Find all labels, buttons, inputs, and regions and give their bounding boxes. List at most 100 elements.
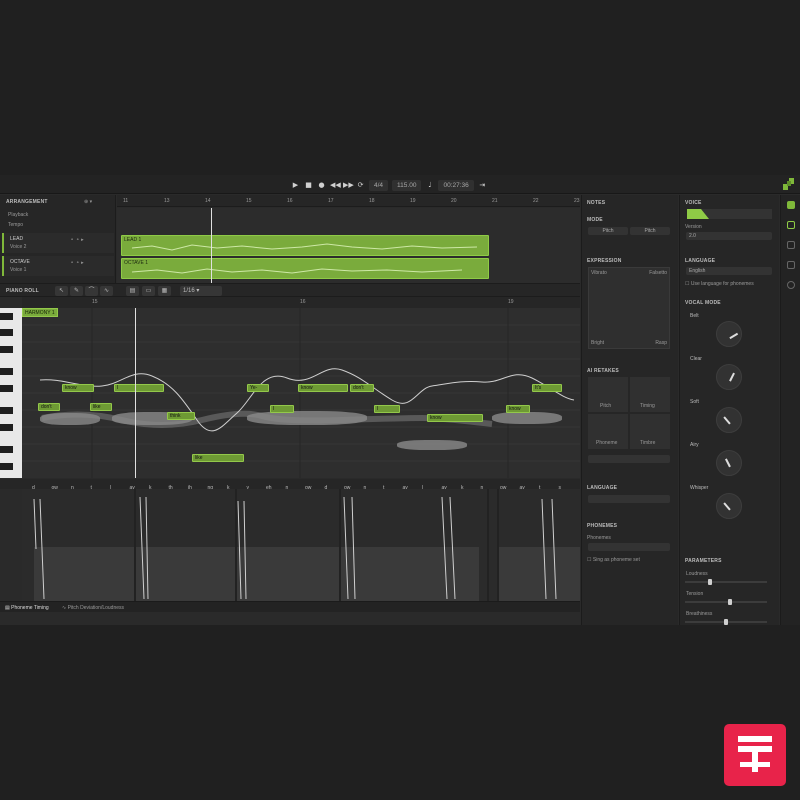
export-tab-icon[interactable] xyxy=(787,261,795,269)
loop-icon[interactable]: ⟳ xyxy=(356,181,365,190)
play-icon[interactable]: ▶ xyxy=(291,181,300,190)
black-key[interactable] xyxy=(0,424,13,431)
note[interactable]: know xyxy=(62,384,94,392)
note[interactable]: I xyxy=(270,405,294,413)
note[interactable]: know xyxy=(298,384,348,392)
voice-language-select[interactable]: English xyxy=(686,267,772,275)
track-octave[interactable]: OCTAVE Voice 1 ⚬ ⚬ ▸ xyxy=(2,256,114,276)
piano-roll-ruler[interactable]: 15 16 19 xyxy=(22,297,580,308)
retake-timing-button[interactable]: Timing xyxy=(630,377,670,412)
phonemes-input[interactable] xyxy=(588,543,670,551)
track-lead[interactable]: LEAD Voice 2 ⚬ ⚬ ▸ xyxy=(2,233,114,253)
view-lyrics-icon[interactable]: ▭ xyxy=(142,286,155,296)
tab-pitch-deviation[interactable]: ∿ Pitch Deviation/Loudness xyxy=(62,605,124,611)
note[interactable]: It's xyxy=(532,384,562,392)
mixer-tab-icon[interactable] xyxy=(787,241,795,249)
right-sidebar xyxy=(780,195,800,625)
view-wave-icon[interactable]: ▦ xyxy=(158,286,171,296)
view-notes-icon[interactable]: ▤ xyxy=(126,286,139,296)
metronome-icon[interactable]: ♩ xyxy=(425,181,434,190)
piano-keyboard[interactable] xyxy=(0,308,22,478)
add-track-icon[interactable]: ⊕ ▾ xyxy=(84,199,92,205)
tab-phoneme-timing[interactable]: ▤ Phoneme Timing xyxy=(5,605,49,611)
expression-pad[interactable]: Vibrato Falsetto Bright Rasp xyxy=(588,267,670,349)
note[interactable]: Ye- xyxy=(247,384,269,392)
note[interactable]: don't xyxy=(38,403,60,411)
fast-forward-icon[interactable]: ▶▶ xyxy=(343,181,354,190)
version-select[interactable]: 2.0 xyxy=(686,232,772,240)
select-tool-icon[interactable]: ↖ xyxy=(55,286,68,296)
language-checkbox[interactable]: ☐ Use language for phonemes xyxy=(685,281,754,287)
playhead[interactable] xyxy=(211,208,212,283)
time-signature[interactable]: 4/4 xyxy=(369,180,389,191)
draw-tool-icon[interactable]: ✎ xyxy=(70,286,83,296)
notes-tab-icon[interactable] xyxy=(787,221,795,229)
track-controls-icon[interactable]: ⚬ ⚬ ▸ xyxy=(70,237,84,243)
retake-phoneme-button[interactable]: Phoneme xyxy=(588,414,628,449)
black-key[interactable] xyxy=(0,446,13,453)
black-key[interactable] xyxy=(0,329,13,336)
bar-number: 19 xyxy=(508,299,514,305)
phoneme-graph xyxy=(33,489,580,601)
black-key[interactable] xyxy=(0,385,13,392)
retake-timbre-button[interactable]: Timbre xyxy=(630,414,670,449)
note[interactable]: like xyxy=(192,454,244,462)
note[interactable]: think xyxy=(167,412,195,420)
vocal-mode-knob[interactable] xyxy=(716,493,742,519)
note-language-select[interactable] xyxy=(588,495,670,503)
black-key[interactable] xyxy=(0,313,13,320)
grid-value: 1/16 xyxy=(183,288,195,294)
vocal-mode-knob[interactable] xyxy=(716,321,742,347)
mode-option[interactable]: Pitch xyxy=(588,227,628,235)
vocal-mode-knob[interactable] xyxy=(716,450,742,476)
parameter-slider[interactable] xyxy=(685,619,767,625)
settings-icon[interactable] xyxy=(787,281,795,289)
note[interactable]: I xyxy=(374,405,400,413)
note[interactable]: I xyxy=(114,384,164,392)
note[interactable]: know xyxy=(506,405,530,413)
voice-language-title: LANGUAGE xyxy=(685,258,716,264)
bar-number: 16 xyxy=(300,299,306,305)
mode-option[interactable]: Pitch xyxy=(630,227,670,235)
track-voice: Voice 2 xyxy=(10,244,27,250)
clip-lead[interactable]: LEAD 1 xyxy=(121,235,489,256)
transport-bar: ▶ ■ ● ◀◀ ▶▶ ⟳ 4/4 115.00 ♩ 00:27:36 ⇥ xyxy=(0,175,800,194)
pitch-tool-icon[interactable]: ∿ xyxy=(100,286,113,296)
black-key[interactable] xyxy=(0,407,13,414)
black-key[interactable] xyxy=(0,346,13,353)
parameter-slider[interactable] xyxy=(685,579,767,585)
clip-octave[interactable]: OCTAVE 1 xyxy=(121,258,489,279)
phoneme-timing-area[interactable] xyxy=(22,489,580,601)
follow-icon[interactable]: ⇥ xyxy=(478,181,487,190)
note[interactable]: know xyxy=(427,414,483,422)
grid-lines xyxy=(22,308,580,478)
arrangement-ruler[interactable]: 11 13 14 15 16 17 18 19 20 21 22 23 xyxy=(117,195,580,207)
vocal-mode-knob[interactable] xyxy=(716,364,742,390)
grid-select[interactable]: 1/16 ▾ xyxy=(180,286,222,296)
tempo-field[interactable]: 115.00 xyxy=(392,180,422,191)
voice-tab-icon[interactable] xyxy=(787,201,795,209)
clip-pitch-curve xyxy=(131,268,463,274)
rewind-icon[interactable]: ◀◀ xyxy=(330,181,341,190)
split-tool-icon[interactable]: ⌒ xyxy=(85,286,98,296)
piano-roll-grid[interactable]: HARMONY 1 don't know like I think like Y… xyxy=(22,308,580,478)
record-icon[interactable]: ● xyxy=(317,181,326,190)
stop-icon[interactable]: ■ xyxy=(304,181,313,190)
vocal-mode-knob[interactable] xyxy=(716,407,742,433)
phoneme-checkbox[interactable]: ☐ Sing as phoneme set xyxy=(587,557,640,563)
black-key[interactable] xyxy=(0,368,13,375)
parameter-slider[interactable] xyxy=(685,599,767,605)
playhead[interactable] xyxy=(135,308,136,478)
arrangement-timeline[interactable]: LEAD 1 OCTAVE 1 xyxy=(117,208,580,283)
track-controls-icon[interactable]: ⚬ ⚬ ▸ xyxy=(70,260,84,266)
note[interactable]: don't xyxy=(350,384,374,392)
clip-pitch-curve xyxy=(131,243,478,251)
bar-number: 15 xyxy=(92,299,98,305)
retake-pitch-button[interactable]: Pitch xyxy=(588,377,628,412)
ruler-number: 21 xyxy=(492,198,498,204)
retake-history-field[interactable] xyxy=(588,455,670,463)
position-display[interactable]: 00:27:36 xyxy=(438,180,474,191)
voice-avatar[interactable] xyxy=(687,209,772,219)
black-key[interactable] xyxy=(0,463,13,470)
note[interactable]: like xyxy=(90,403,112,411)
